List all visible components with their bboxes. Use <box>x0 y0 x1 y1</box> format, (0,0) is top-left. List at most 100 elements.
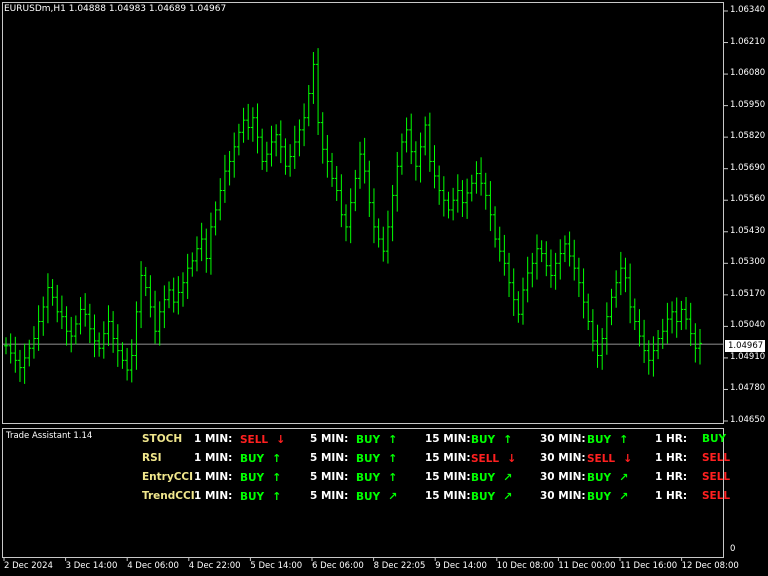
price-bar <box>87 303 92 344</box>
price-tick-label: 1.05560 <box>730 194 766 205</box>
signal-text: BUY <box>240 453 265 465</box>
up-icon: ↑ <box>272 471 282 484</box>
price-bar <box>218 178 223 221</box>
time-tick-label: 6 Dec 06:00 <box>312 561 364 571</box>
price-bar <box>409 113 414 165</box>
indicator-name: TrendCCI <box>142 490 195 502</box>
price-tick-label: 1.04910 <box>730 351 766 362</box>
price-bar <box>311 52 316 104</box>
signal-buy: BUY ↗ <box>356 490 397 503</box>
signal-buy: BUY ↗ <box>587 471 628 484</box>
price-bar <box>17 349 22 382</box>
price-bar <box>395 151 400 212</box>
price-bar <box>632 298 637 331</box>
price-bar <box>441 176 446 217</box>
price-bar <box>232 132 237 178</box>
price-bar <box>194 236 199 272</box>
price-bar <box>469 174 474 202</box>
time-tick-label: 8 Dec 22:05 <box>373 561 426 571</box>
price-bar <box>69 316 74 353</box>
time-tick-label: 3 Dec 14:00 <box>65 561 118 571</box>
price-tick-label: 1.05040 <box>730 320 766 331</box>
indicator-name: RSI <box>142 452 162 464</box>
signal-text: BUY <box>587 472 612 484</box>
price-tick-label: 1.05300 <box>730 257 766 268</box>
price-bar <box>264 141 269 172</box>
timeframe-label: 5 MIN: <box>310 433 349 445</box>
price-bar <box>381 226 386 262</box>
price-bar <box>362 137 367 184</box>
timeframe-label: 1 MIN: <box>194 490 233 502</box>
up-right-icon: ↗ <box>388 490 398 503</box>
price-bar <box>497 226 502 262</box>
signal-text: SELL <box>702 452 731 464</box>
price-bar <box>684 297 689 330</box>
price-bar <box>185 253 190 299</box>
price-bar <box>679 300 684 331</box>
price-bar <box>22 343 27 384</box>
indicator-name: STOCH <box>142 433 183 445</box>
price-tick-label: 1.05430 <box>730 225 766 236</box>
price-bar <box>511 268 516 316</box>
up-icon: ↑ <box>272 452 282 465</box>
price-bar <box>665 302 670 344</box>
price-bar <box>674 297 679 338</box>
signal-sell: SELL ↓ <box>587 452 632 465</box>
price-bar <box>651 336 656 377</box>
price-bar <box>302 103 307 147</box>
price-bar <box>64 306 69 346</box>
price-bar <box>479 157 484 196</box>
signal-buy: BUY ↑ <box>356 471 397 484</box>
price-bar <box>129 339 134 383</box>
signal-buy: BUY ↗ <box>587 490 628 503</box>
price-bar <box>698 329 702 365</box>
price-bar <box>199 222 204 262</box>
timeframe-label: 1 HR: <box>655 433 688 445</box>
price-bar <box>50 279 55 306</box>
up-icon: ↑ <box>388 433 398 446</box>
price-bar <box>31 326 36 359</box>
price-bar <box>227 150 232 186</box>
signal-text: BUY <box>587 434 612 446</box>
price-bar <box>357 141 362 189</box>
price-bar <box>367 160 372 217</box>
price-bar <box>348 188 353 244</box>
time-tick-label: 11 Dec 16:00 <box>620 561 678 571</box>
price-bar <box>642 319 647 364</box>
price-bar <box>97 332 102 357</box>
price-bar <box>269 125 274 167</box>
timeframe-label: 1 MIN: <box>194 471 233 483</box>
price-bar <box>534 234 539 280</box>
price-tick-label: 1.06340 <box>730 5 766 15</box>
price-bar <box>4 337 8 355</box>
price-bar <box>334 166 339 201</box>
timeframe-label: 15 MIN: <box>425 471 471 483</box>
signal-text: SELL <box>702 490 731 502</box>
price-bar <box>180 272 185 307</box>
price-bar <box>297 119 302 157</box>
price-bar <box>260 128 265 170</box>
price-bar <box>385 210 390 264</box>
price-bar <box>13 336 18 373</box>
signal-buy: BUY ↑ <box>240 452 281 465</box>
price-bar <box>637 309 642 347</box>
price-bar <box>539 240 544 263</box>
price-bar <box>45 273 50 324</box>
price-bar <box>325 134 330 178</box>
price-bar <box>646 340 651 375</box>
price-bar <box>176 276 181 315</box>
price-bar <box>488 181 493 232</box>
price-bar <box>292 125 297 169</box>
price-bar <box>274 124 279 157</box>
price-bar <box>41 296 46 336</box>
price-bar <box>143 266 148 297</box>
timeframe-label: 1 HR: <box>655 471 688 483</box>
up-icon: ↑ <box>388 452 398 465</box>
price-bar <box>474 161 479 194</box>
price-bar <box>423 116 428 156</box>
signal-buy: BUY ↑ <box>356 433 397 446</box>
price-bar <box>222 154 227 203</box>
signal-buy: BUY ↑ <box>471 433 512 446</box>
price-bar <box>581 268 586 319</box>
symbol-info-label: EURUSDm,H1 1.04888 1.04983 1.04689 1.049… <box>4 4 227 14</box>
